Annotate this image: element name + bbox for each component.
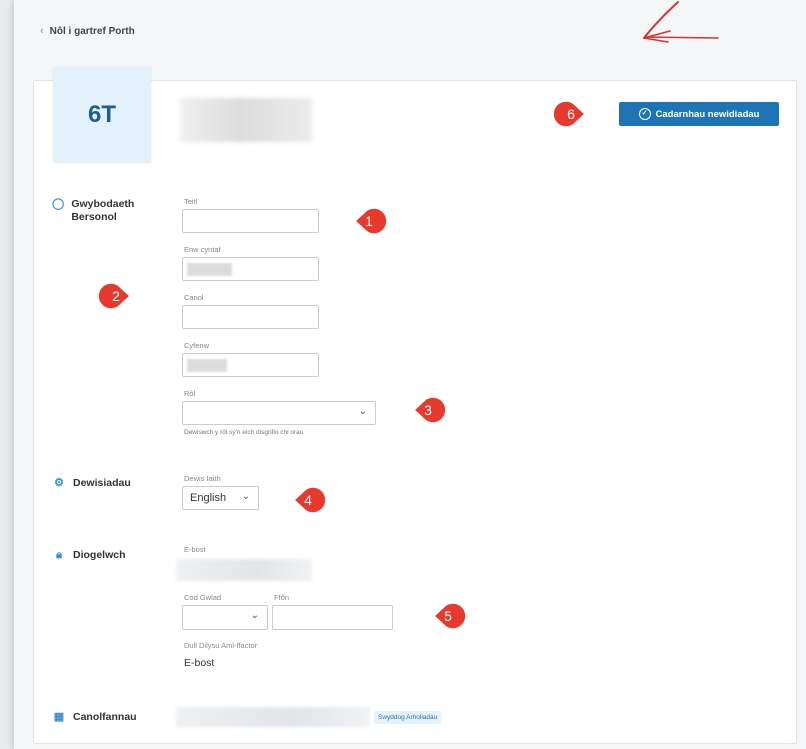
title-input[interactable] — [182, 209, 319, 233]
annotation-marker-2: 2 — [97, 278, 134, 314]
mfa-value: E-bost — [184, 657, 215, 669]
redacted-centre-name — [176, 707, 370, 727]
annotation-number: 2 — [112, 288, 120, 304]
middle-name-input[interactable] — [182, 305, 319, 329]
section-preferences-title: Dewisiadau — [73, 477, 131, 489]
info-circle-icon: ◯ — [52, 198, 65, 210]
middle-name-label: Canol — [184, 293, 204, 302]
annotation-number: 1 — [365, 213, 373, 229]
hand-drawn-arrow-icon — [643, 1, 719, 43]
redacted-surname — [187, 359, 227, 372]
annotation-marker-3: 3 — [410, 392, 447, 428]
annotation-marker-5: 5 — [430, 598, 467, 634]
role-help-text: Dewiswch y rôl sy'n eich disgrifio chi o… — [184, 429, 304, 436]
country-code-select[interactable]: ⌄ — [182, 605, 268, 630]
chevron-down-icon: ⌄ — [358, 406, 367, 417]
back-link[interactable]: ‹ Nôl i gartref Porth — [40, 25, 135, 37]
role-label: Rôl — [184, 389, 196, 398]
section-centres-title: Canolfannau — [73, 711, 137, 723]
annotation-number: 5 — [444, 608, 452, 624]
confirm-changes-label: Cadarnhau newidiadau — [655, 108, 760, 120]
chevron-left-icon: ‹ — [40, 25, 44, 37]
redacted-name — [180, 98, 312, 142]
language-select[interactable]: English ⌄ — [182, 486, 259, 510]
section-personal-info: ◯ Gwybodaeth Bersonol — [52, 198, 162, 224]
role-badge: Swyddog Arholiadau — [374, 711, 442, 724]
email-label: E-bost — [184, 545, 206, 554]
section-security: 🔒︎ Diogelwch — [52, 549, 126, 562]
phone-input[interactable] — [272, 605, 393, 630]
lock-icon: 🔒︎ — [56, 549, 62, 561]
title-label: Teitl — [184, 197, 198, 206]
phone-label: Ffôn — [274, 593, 290, 602]
mfa-label: Dull Dilysu Aml-ffactor — [184, 641, 258, 650]
language-select-value: English — [190, 492, 227, 504]
section-preferences: ⚙ Dewisiadau — [52, 477, 131, 490]
section-personal-info-title: Gwybodaeth Bersonol — [71, 198, 135, 223]
language-label: Dewis Iaith — [184, 474, 221, 483]
chevron-down-icon: ⌄ — [241, 491, 250, 502]
surname-input[interactable] — [182, 353, 319, 377]
annotation-marker-4: 4 — [290, 482, 327, 518]
surname-label: Cyfenw — [184, 341, 210, 350]
back-link-label: Nôl i gartref Porth — [49, 25, 135, 37]
country-code-label: Cod Gwlad — [184, 593, 222, 602]
redacted-email — [176, 559, 312, 581]
first-name-label: Enw cyntaf — [184, 245, 221, 254]
annotation-marker-1: 1 — [351, 203, 388, 239]
chevron-down-icon: ⌄ — [250, 610, 259, 621]
check-circle-icon: ✓ — [638, 108, 651, 120]
annotation-marker-6: 6 — [552, 96, 589, 132]
avatar: 6T — [53, 67, 151, 162]
annotation-number: 4 — [304, 492, 312, 508]
building-icon: ▦ — [53, 711, 65, 723]
confirm-changes-button[interactable]: ✓ Cadarnhau newidiadau — [619, 102, 779, 126]
annotation-number: 3 — [424, 402, 432, 418]
section-centres: ▦ Canolfannau — [52, 711, 137, 724]
redacted-first-name — [187, 263, 232, 276]
annotation-number: 6 — [567, 106, 575, 122]
first-name-input[interactable] — [182, 257, 319, 281]
sliders-icon: ⚙ — [54, 477, 64, 489]
role-select[interactable]: ⌄ — [182, 401, 376, 425]
section-security-title: Diogelwch — [73, 549, 126, 561]
